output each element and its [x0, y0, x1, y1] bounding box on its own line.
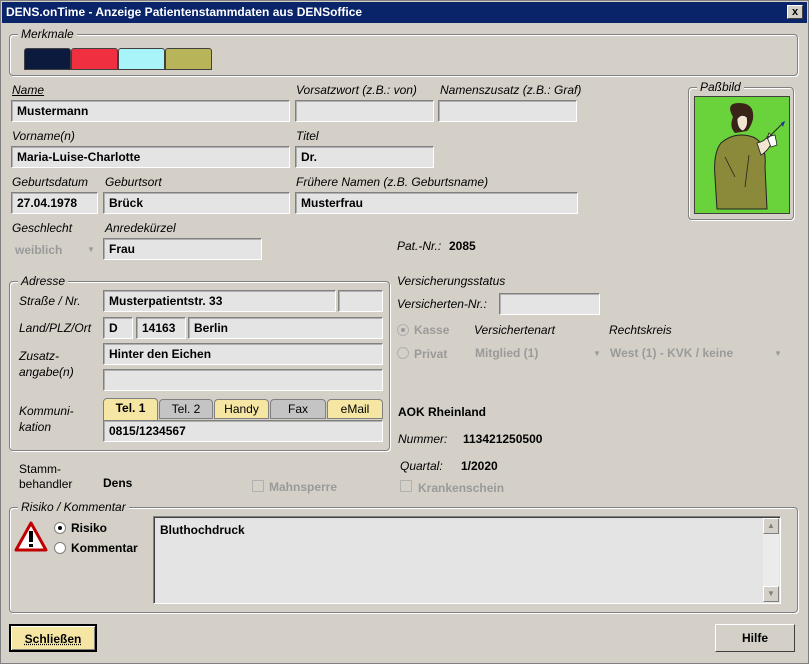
adresse-legend: Adresse [18, 274, 69, 288]
mahnsperre-label: Mahnsperre [269, 480, 338, 494]
geburtsdatum-label: Geburtsdatum [12, 175, 89, 189]
woman-drinking-icon [714, 103, 785, 210]
kasse-radio[interactable] [397, 324, 409, 336]
quartal-label: Quartal: [400, 459, 443, 473]
kommunikation-label-1: Kommuni- [19, 404, 74, 418]
merkmal-swatch-red[interactable] [71, 48, 118, 70]
zusatz-field-2[interactable] [103, 369, 383, 391]
title-bar: DENS.onTime - Anzeige Patientenstammdate… [2, 2, 807, 23]
chevron-down-icon: ▼ [774, 349, 782, 358]
privat-radio[interactable] [397, 347, 409, 359]
warning-icon [14, 521, 48, 552]
anrede-field[interactable]: Frau [103, 238, 262, 260]
geschlecht-select[interactable]: weiblich [15, 243, 62, 257]
versichertenart-select[interactable]: Mitglied (1) [475, 346, 538, 360]
geburtsort-label: Geburtsort [105, 175, 162, 189]
rechtskreis-label: Rechtskreis [609, 323, 672, 337]
stammbehandler-label-1: Stamm- [19, 462, 61, 476]
risiko-radio[interactable] [54, 522, 66, 534]
patnr-value: 2085 [449, 239, 476, 253]
strasse-label: Straße / Nr. [19, 294, 81, 308]
tab-tel2[interactable]: Tel. 2 [159, 399, 213, 419]
scroll-up-icon[interactable]: ▲ [763, 518, 779, 534]
land-field[interactable]: D [103, 317, 133, 339]
mahnsperre-checkbox[interactable] [252, 480, 264, 492]
kommunikation-field[interactable]: 0815/1234567 [103, 420, 383, 442]
close-icon[interactable]: x [787, 5, 803, 19]
window-title: DENS.onTime - Anzeige Patientenstammdate… [6, 5, 363, 19]
merkmal-swatch-cyan[interactable] [118, 48, 165, 70]
risiko-text: Bluthochdruck [160, 523, 245, 537]
vorname-field[interactable]: Maria-Luise-Charlotte [11, 146, 290, 168]
name-label: Name [12, 83, 45, 97]
tab-email[interactable]: eMail [327, 399, 383, 419]
strasse-field[interactable]: Musterpatientstr. 33 [103, 290, 336, 312]
tab-handy[interactable]: Handy [214, 399, 269, 419]
quartal-value: 1/2020 [461, 459, 498, 473]
hilfe-button[interactable]: Hilfe [715, 624, 795, 652]
scroll-down-icon[interactable]: ▼ [763, 586, 779, 602]
tab-tel1[interactable]: Tel. 1 [103, 398, 158, 420]
risiko-label: Risiko [71, 521, 108, 535]
vorname-label: Vorname(n) [12, 129, 75, 143]
krankenschein-checkbox[interactable] [400, 480, 412, 492]
chevron-down-icon: ▼ [593, 349, 601, 358]
risiko-textarea[interactable]: Bluthochdruck ▲ ▼ [153, 516, 781, 604]
geburtsdatum-field[interactable]: 27.04.1978 [11, 192, 98, 214]
vorsatz-field[interactable] [295, 100, 434, 122]
zusatz-label-2: angabe(n) [19, 365, 74, 379]
passbild-image [694, 96, 790, 214]
nummer-value: 113421250500 [463, 432, 543, 446]
zusatz-label-1: Zusatz- [19, 349, 60, 363]
kommentar-label: Kommentar [71, 541, 138, 555]
kasse-name: AOK Rheinland [398, 405, 487, 419]
ort-field[interactable]: Berlin [188, 317, 383, 339]
nummer-label: Nummer: [398, 432, 448, 446]
kasse-label: Kasse [414, 323, 450, 337]
photo-legend: Paßbild [697, 80, 744, 94]
versnr-field[interactable] [499, 293, 600, 315]
chevron-down-icon: ▼ [87, 245, 95, 254]
stammbehandler-label-2: behandler [19, 477, 73, 491]
versnr-label: Versicherten-Nr.: [397, 297, 487, 311]
privat-label: Privat [414, 347, 448, 361]
vorsatz-label: Vorsatzwort (z.B.: von) [296, 83, 417, 97]
zusatz-field-1[interactable]: Hinter den Eichen [103, 343, 383, 365]
risiko-legend: Risiko / Kommentar [18, 500, 129, 514]
schliessen-button[interactable]: Schließen [9, 624, 97, 652]
merkmal-swatch-navy[interactable] [24, 48, 71, 70]
namenszusatz-field[interactable] [438, 100, 577, 122]
fruehere-namen-field[interactable]: Musterfrau [295, 192, 578, 214]
tab-fax[interactable]: Fax [270, 399, 326, 419]
namenszusatz-label: Namenszusatz (z.B.: Graf) [440, 83, 582, 97]
fruehere-namen-label: Frühere Namen (z.B. Geburtsname) [296, 175, 489, 189]
rechtskreis-select[interactable]: West (1) - KVK / keine [610, 346, 733, 360]
plz-field[interactable]: 14163 [136, 317, 186, 339]
kommentar-radio[interactable] [54, 542, 66, 554]
hausnr-field[interactable] [338, 290, 383, 312]
titel-field[interactable]: Dr. [295, 146, 434, 168]
versichertenart-label: Versichertenart [474, 323, 555, 337]
merkmal-swatch-olive[interactable] [165, 48, 212, 70]
merkmale-legend: Merkmale [18, 27, 77, 41]
patient-window: DENS.onTime - Anzeige Patientenstammdate… [0, 0, 809, 664]
land-plz-ort-label: Land/PLZ/Ort [19, 321, 92, 335]
patnr-label: Pat.-Nr.: [397, 239, 442, 253]
kommunikation-label-2: kation [19, 420, 52, 434]
geschlecht-label: Geschlecht [12, 221, 73, 235]
anrede-label: Anredekürzel [105, 221, 176, 235]
versicherungsstatus-legend: Versicherungsstatus [397, 274, 506, 288]
titel-label: Titel [296, 129, 319, 143]
stammbehandler-value: Dens [103, 476, 133, 490]
name-field[interactable]: Mustermann [11, 100, 290, 122]
scrollbar[interactable]: ▲ ▼ [763, 518, 779, 602]
krankenschein-label: Krankenschein [418, 481, 505, 495]
geburtsort-field[interactable]: Brück [103, 192, 290, 214]
